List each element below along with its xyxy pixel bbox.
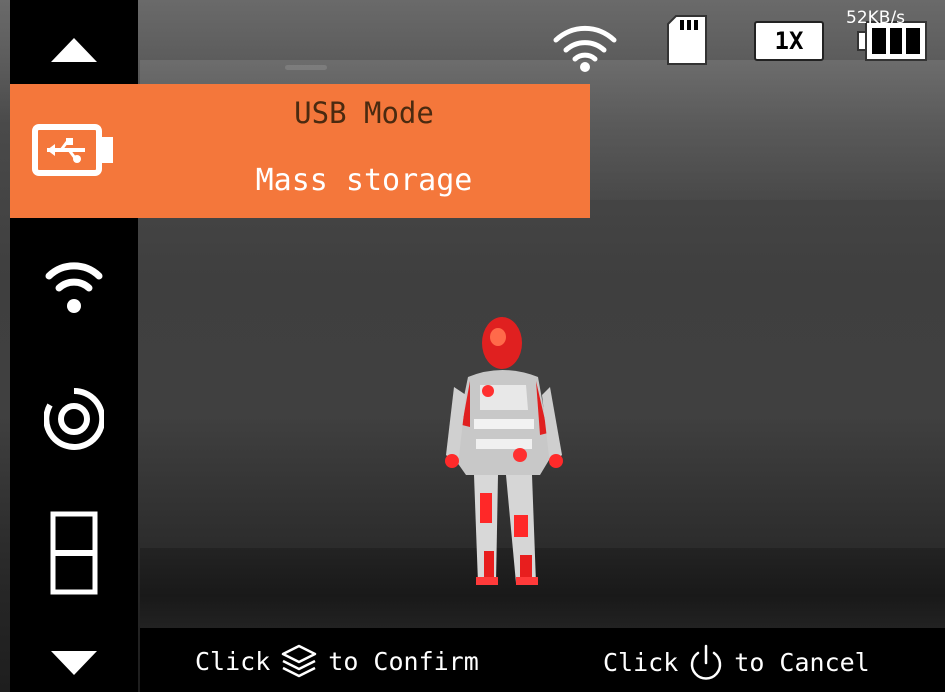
popup-value[interactable]: Mass storage	[138, 163, 590, 198]
wifi-icon	[553, 25, 617, 72]
wifi-status	[552, 24, 618, 76]
arrow-down-icon	[51, 651, 97, 675]
arrow-up-icon	[51, 38, 97, 62]
zoom-indicator: 1X	[754, 21, 824, 61]
sidebar-item-wifi[interactable]	[10, 250, 138, 320]
popup-title: USB Mode	[294, 96, 434, 130]
sd-card-icon	[667, 15, 707, 65]
cancel-hint-suffix: to Cancel	[734, 647, 870, 677]
usb-icon	[32, 124, 113, 176]
confirm-hint: Click to Confirm	[195, 643, 479, 679]
target-icon	[44, 387, 104, 450]
sky-streak	[285, 65, 327, 70]
sidebar-item-display-mode[interactable]	[10, 508, 138, 598]
confirm-hint-suffix: to Confirm	[328, 646, 479, 676]
scroll-up-button[interactable]	[10, 30, 138, 70]
sidebar-item-target[interactable]	[10, 383, 138, 455]
scroll-down-button[interactable]	[10, 648, 138, 678]
confirm-hint-prefix: Click	[195, 646, 271, 676]
thermal-person	[445, 317, 563, 585]
cancel-hint-prefix: Click	[603, 647, 679, 677]
transfer-speed: 52KB/s	[846, 8, 906, 28]
cancel-hint: Click to Cancel	[603, 643, 870, 681]
sidebar-item-usb[interactable]	[10, 110, 138, 190]
power-icon[interactable]	[688, 643, 724, 681]
display-mode-icon	[50, 511, 98, 595]
wifi-icon	[45, 262, 103, 313]
sd-card-status	[666, 14, 708, 70]
layers-icon[interactable]	[280, 643, 318, 679]
